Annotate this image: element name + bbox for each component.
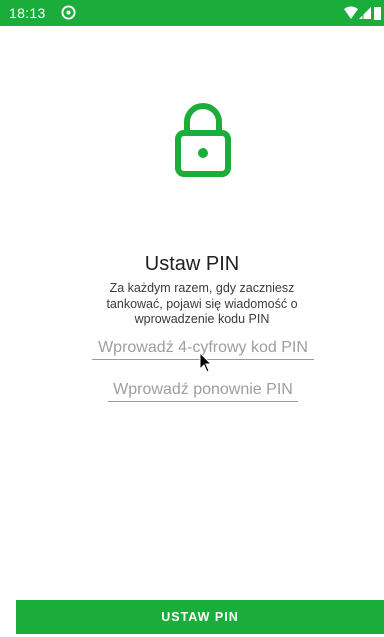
- battery-icon: [374, 7, 381, 20]
- set-pin-button[interactable]: USTAW PIN: [16, 600, 384, 634]
- pin-repeat-input[interactable]: [108, 379, 298, 402]
- circle-sync-icon: [61, 5, 76, 20]
- status-bar: 18:13: [0, 0, 384, 26]
- wifi-icon: [344, 6, 358, 19]
- lock-icon: [175, 103, 231, 177]
- page-title: Ustaw PIN: [144, 253, 240, 275]
- signal-icon: [359, 7, 371, 19]
- pin-description: Za każdym razem, gdy zaczniesz tankować,…: [106, 281, 298, 326]
- status-time: 18:13: [9, 5, 46, 21]
- status-indicators: [344, 5, 384, 21]
- mouse-cursor-icon: [199, 352, 213, 373]
